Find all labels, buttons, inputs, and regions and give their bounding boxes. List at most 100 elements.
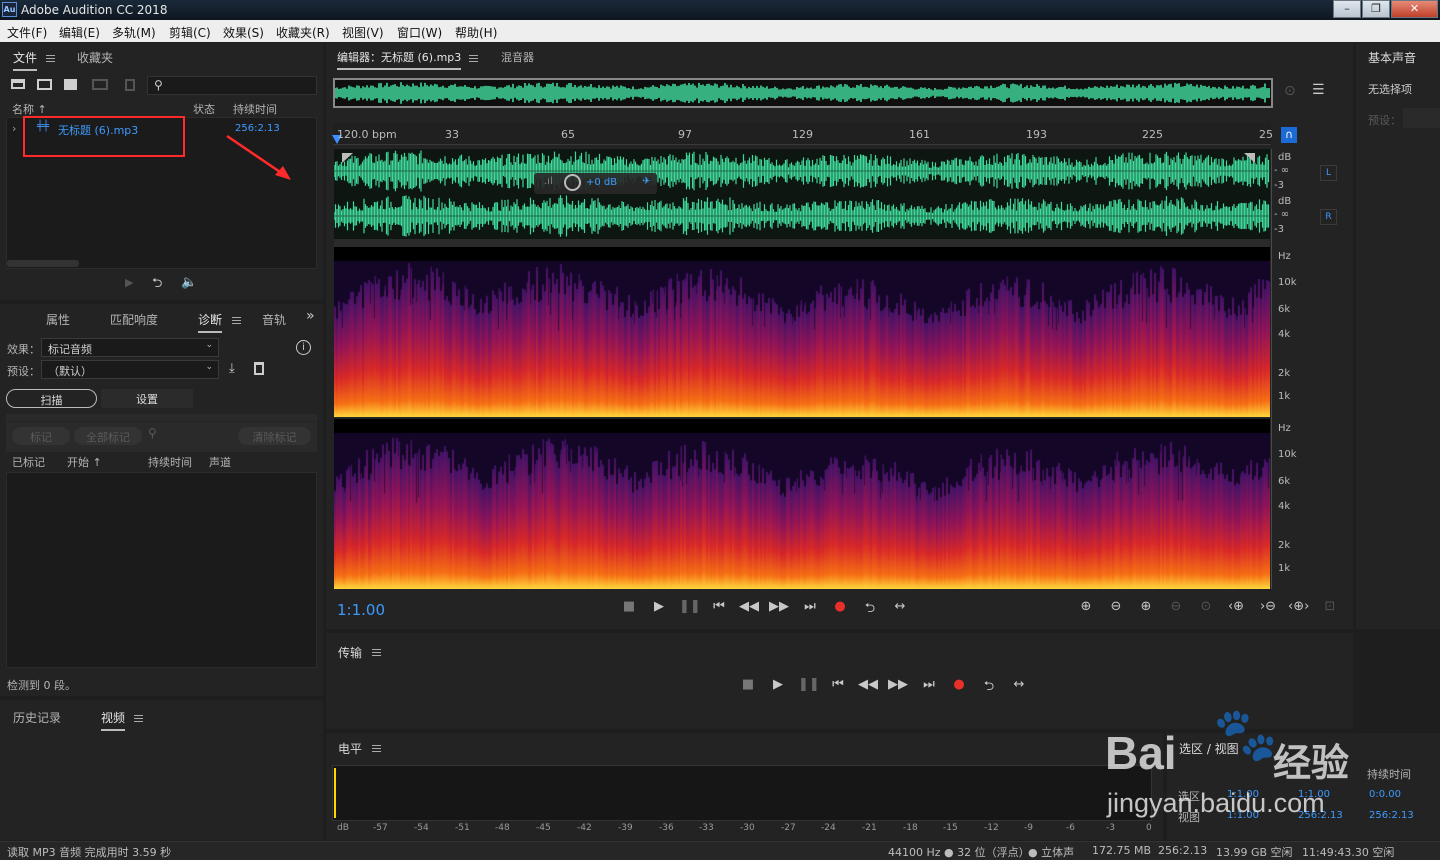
zoom-reset-icon[interactable]: ⊡ xyxy=(1320,599,1340,614)
panel-menu-icon[interactable] xyxy=(232,317,241,324)
new-file-icon[interactable] xyxy=(64,79,77,90)
import-icon[interactable] xyxy=(37,79,52,90)
col-channel[interactable]: 声道 xyxy=(209,454,231,470)
skip-back-icon[interactable]: ⏮ xyxy=(828,677,848,692)
pause-icon[interactable]: ❚❚ xyxy=(679,599,701,614)
menu-help[interactable]: 帮助(H) xyxy=(455,24,497,41)
menu-effects[interactable]: 效果(S) xyxy=(223,24,264,41)
zoom-full-icon[interactable]: ⊙ xyxy=(1196,599,1216,614)
tab-history[interactable]: 历史记录 xyxy=(13,709,61,726)
restore-button[interactable]: ❐ xyxy=(1362,0,1390,18)
waveform-display[interactable]: .ıl +0 dB ✈ xyxy=(334,149,1270,239)
expand-icon[interactable]: › xyxy=(12,122,16,135)
panel-menu-icon[interactable] xyxy=(469,55,478,62)
pin-icon[interactable]: ✈ xyxy=(642,176,650,187)
loop-icon[interactable]: ⮌ xyxy=(152,274,162,296)
channel-l-toggle[interactable]: L xyxy=(1320,165,1337,181)
volume-knob[interactable] xyxy=(564,174,581,191)
zoom-out-time-icon[interactable]: ⊖ xyxy=(1166,599,1186,614)
spectrogram-left[interactable] xyxy=(334,247,1270,417)
settings-button[interactable]: 设置 xyxy=(101,389,193,408)
menu-edit[interactable]: 编辑(E) xyxy=(59,24,100,41)
minimize-button[interactable]: – xyxy=(1333,0,1361,18)
hud-db-value[interactable]: +0 dB xyxy=(586,177,617,188)
loop-icon[interactable]: ⮌ xyxy=(860,599,880,621)
info-icon[interactable]: i xyxy=(296,340,311,355)
zoom-in-time-icon[interactable]: ⊕ xyxy=(1136,599,1156,614)
menu-multitrack[interactable]: 多轨(M) xyxy=(112,24,156,41)
panel-menu-icon[interactable] xyxy=(134,715,143,722)
record-icon[interactable]: ● xyxy=(830,599,850,614)
preset-dropdown[interactable] xyxy=(1403,108,1440,128)
rewind-icon[interactable]: ◀◀ xyxy=(739,599,759,614)
delete-preset-icon[interactable] xyxy=(254,362,264,375)
stop-icon[interactable]: ■ xyxy=(738,677,758,692)
play-icon[interactable]: ▶ xyxy=(768,677,788,692)
clear-marks-button[interactable]: 清除标记 xyxy=(238,427,311,445)
snap-icon[interactable]: ∩ xyxy=(1281,127,1297,143)
pause-icon[interactable]: ❚❚ xyxy=(798,677,820,692)
zoom-out-point-icon[interactable]: ›⊖ xyxy=(1258,599,1278,614)
selection-duration[interactable]: 0:0.00 xyxy=(1369,789,1401,800)
menu-clip[interactable]: 剪辑(C) xyxy=(169,24,211,41)
loop-icon[interactable]: ⮌ xyxy=(979,677,999,699)
skip-selection-icon[interactable]: ↔ xyxy=(890,599,910,614)
overview-navigator[interactable] xyxy=(333,78,1273,108)
col-duration[interactable]: 持续时间 xyxy=(233,101,277,117)
tab-files[interactable]: 文件 xyxy=(13,49,38,71)
current-time[interactable]: 1:1.00 xyxy=(337,601,385,619)
waveform-menu-icon[interactable]: ☰ xyxy=(1312,82,1325,98)
play-icon[interactable]: ▶ xyxy=(125,276,133,289)
fast-forward-icon[interactable]: ▶▶ xyxy=(888,677,908,692)
tab-editor[interactable]: 编辑器：无标题 (6).mp3 xyxy=(337,49,462,70)
spectrogram-right[interactable] xyxy=(334,419,1270,589)
fast-forward-icon[interactable]: ▶▶ xyxy=(769,599,789,614)
view-start[interactable]: 1:1.00 xyxy=(1227,810,1259,821)
menu-favorites[interactable]: 收藏夹(R) xyxy=(276,24,330,41)
skip-selection-icon[interactable]: ↔ xyxy=(1009,677,1029,692)
preset-select[interactable]: （默认） ⌄ xyxy=(41,360,219,379)
col-start[interactable]: 开始 ↑ xyxy=(67,454,102,470)
stop-icon[interactable]: ■ xyxy=(619,599,639,614)
col-duration[interactable]: 持续时间 xyxy=(148,454,192,470)
delete-icon[interactable] xyxy=(125,79,135,91)
tab-match-loudness[interactable]: 匹配响度 xyxy=(110,311,158,328)
selection-start[interactable]: 1:1.00 xyxy=(1227,789,1259,800)
tab-favorites[interactable]: 收藏夹 xyxy=(77,49,113,66)
zoom-in-point-icon[interactable]: ‹⊕ xyxy=(1226,599,1246,614)
close-button[interactable]: ✕ xyxy=(1391,0,1438,18)
col-marked[interactable]: 已标记 xyxy=(12,454,45,470)
tab-mixer[interactable]: 混音器 xyxy=(501,49,534,65)
tab-tracks[interactable]: 音轨 xyxy=(262,311,286,328)
zoom-out-amplitude-icon[interactable]: ⊖ xyxy=(1106,599,1126,614)
panel-menu-icon[interactable] xyxy=(372,745,381,752)
tab-diagnostics[interactable]: 诊断 xyxy=(198,311,223,333)
skip-forward-icon[interactable]: ⏭ xyxy=(800,599,820,614)
autoplay-speaker-icon[interactable]: 🔈 xyxy=(181,275,197,290)
menu-file[interactable]: 文件(F) xyxy=(7,24,47,41)
open-folder-icon[interactable] xyxy=(11,79,25,89)
search-input[interactable]: ⚲ xyxy=(147,76,317,95)
view-end[interactable]: 256:2.13 xyxy=(1298,810,1343,821)
scan-button[interactable]: 扫描 xyxy=(6,389,97,408)
zoom-in-amplitude-icon[interactable]: ⊕ xyxy=(1076,599,1096,614)
panel-menu-icon[interactable] xyxy=(372,649,381,656)
rewind-icon[interactable]: ◀◀ xyxy=(858,677,878,692)
tab-video[interactable]: 视频 xyxy=(101,709,126,731)
mark-button[interactable]: 标记 xyxy=(12,427,70,445)
insert-multitrack-icon[interactable] xyxy=(92,79,108,90)
skip-forward-icon[interactable]: ⏭ xyxy=(919,677,939,692)
menu-view[interactable]: 视图(V) xyxy=(342,24,384,41)
horizontal-scrollbar[interactable] xyxy=(7,260,79,267)
channel-r-toggle[interactable]: R xyxy=(1320,209,1337,225)
tab-properties[interactable]: 属性 xyxy=(46,311,70,328)
selection-end[interactable]: 1:1.00 xyxy=(1298,789,1330,800)
record-icon[interactable]: ● xyxy=(949,677,969,692)
col-status[interactable]: 状态 xyxy=(193,101,215,117)
hud-volume[interactable]: .ıl +0 dB ✈ xyxy=(534,173,657,194)
skip-back-icon[interactable]: ⏮ xyxy=(709,599,729,614)
view-duration[interactable]: 256:2.13 xyxy=(1369,810,1414,821)
effect-select[interactable]: 标记音频 ⌄ xyxy=(41,338,219,357)
save-preset-icon[interactable]: ⤓ xyxy=(229,361,235,376)
menu-window[interactable]: 窗口(W) xyxy=(397,24,442,41)
